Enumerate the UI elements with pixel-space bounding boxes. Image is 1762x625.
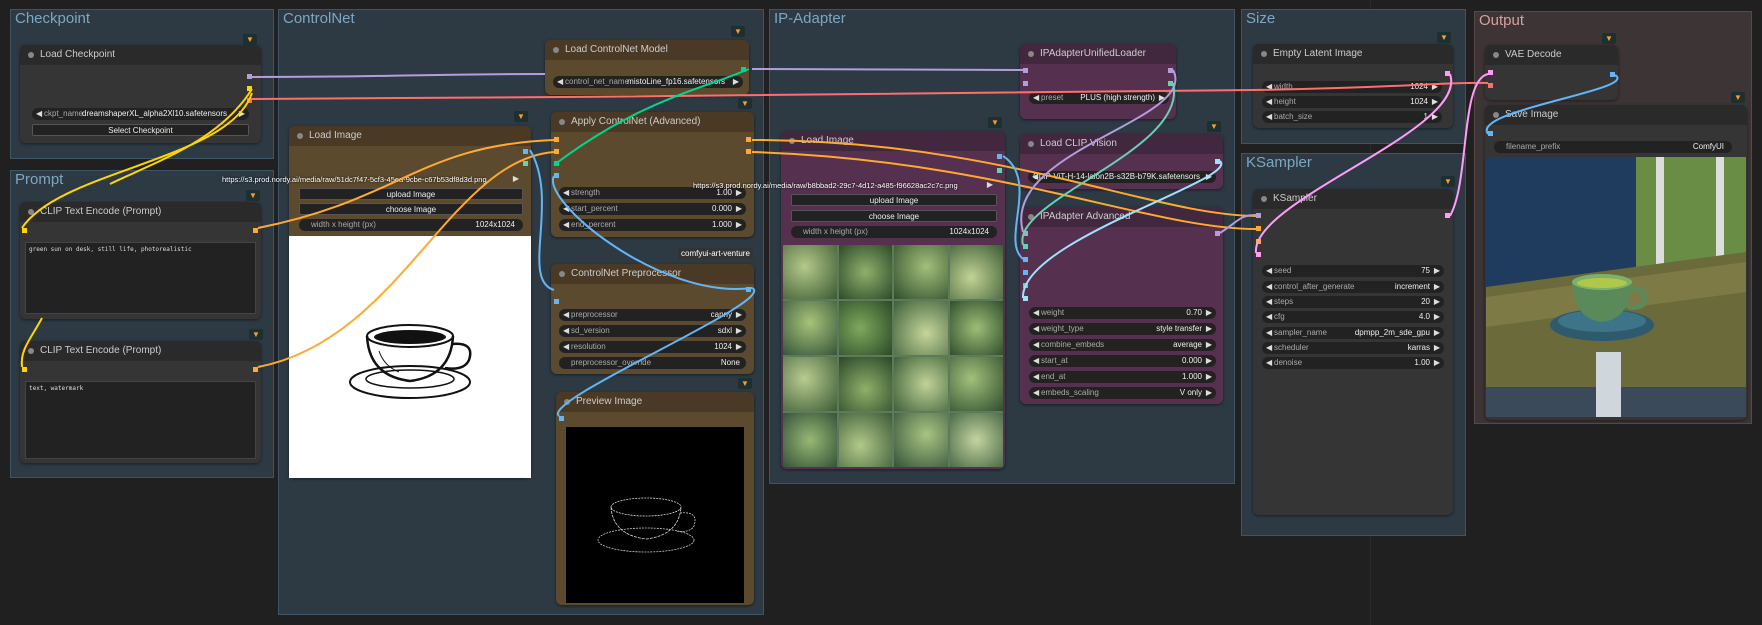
link-ipadapter: [1021, 82, 1176, 246]
link-controlnet: [553, 68, 750, 166]
link-vae: [1252, 81, 1489, 91]
link-conditioning: [257, 151, 555, 368]
link-model: [751, 68, 1024, 71]
link-clip: [21, 92, 253, 229]
link-image: [1485, 74, 1619, 135]
link-conditioning: [751, 139, 1257, 217]
node-canvas[interactable]: Checkpoint Prompt ControlNet IP-Adapter …: [0, 0, 1762, 625]
link-latent: [1254, 73, 1453, 254]
node-links: [20, 68, 1619, 417]
link-model: [1020, 69, 1177, 233]
link-clip-vision: [1021, 160, 1223, 299]
link-image: [557, 287, 756, 417]
link-model: [251, 73, 546, 78]
link-image: [551, 175, 753, 290]
link-image: [1002, 155, 1024, 260]
link-conditioning: [257, 139, 555, 229]
link-vae: [251, 89, 1254, 100]
link-latent: [1449, 73, 1489, 217]
link-clip: [20, 317, 43, 368]
link-model: [1219, 214, 1257, 234]
link-image: [529, 149, 555, 291]
link-clip: [109, 88, 253, 185]
